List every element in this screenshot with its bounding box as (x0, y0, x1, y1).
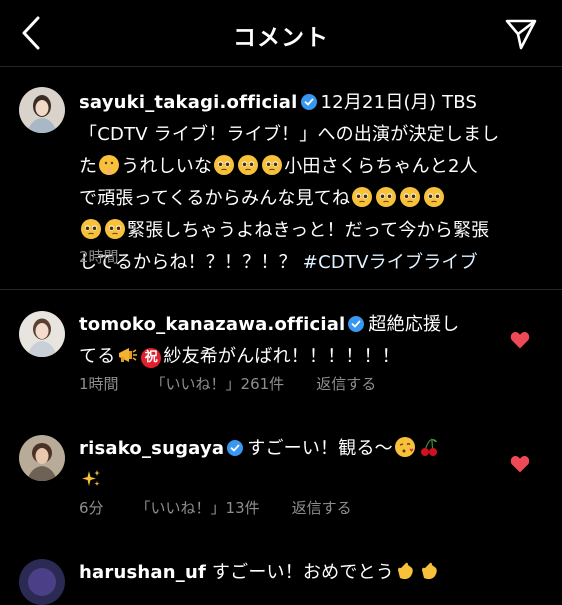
hashtag-link[interactable]: #CDTVライブライブ (303, 252, 478, 273)
timestamp: 1時間 (79, 375, 119, 393)
like-button[interactable] (510, 455, 530, 473)
caption-text: 12月21日(月) TBS (320, 92, 478, 113)
reply-button[interactable]: 返信する (316, 375, 376, 393)
caption-text: 緊張しちゃうよねきっと！だって今から緊張 (127, 220, 490, 241)
caption-text: うれしいな (121, 156, 213, 177)
caption-text: で頑張ってくるからみんな見てね (79, 188, 351, 209)
congratulations-badge: 祝 (141, 348, 162, 368)
comment-text: 紗友希がんばれ！！！！！！ (163, 346, 401, 367)
avatar-image (19, 311, 65, 357)
pleading-face-icon (105, 219, 125, 239)
shushing-face-icon (99, 155, 120, 175)
verified-badge-icon (300, 94, 317, 110)
pleading-face-icon (352, 187, 373, 207)
heart-icon (510, 331, 530, 349)
pleading-face-icon (214, 155, 235, 175)
paper-plane-icon (505, 19, 537, 50)
comment-text: てる (79, 346, 116, 367)
comment-text: 超絶応援し (368, 314, 460, 335)
verified-badge-icon (227, 440, 244, 456)
header-bar: コメント (0, 0, 562, 66)
comment-meta: 1時間 「いいね！」261件 返信する (79, 373, 408, 394)
username[interactable]: tomoko_kanazawa.official (79, 314, 345, 335)
clapping-hands-icon (397, 562, 413, 580)
comment-meta: 6分 「いいね！」13件 返信する (79, 497, 384, 518)
face-blowing-kiss-icon (394, 437, 415, 457)
timestamp: 6分 (79, 499, 104, 517)
comment-text: すごーい！おめでとう (211, 562, 394, 583)
avatar-image (19, 87, 65, 133)
avatar[interactable] (19, 311, 65, 357)
pleading-face-icon (376, 187, 397, 207)
username[interactable]: harushan_uf (79, 562, 206, 583)
pleading-face-icon (81, 219, 101, 239)
comment: harushan_uf すごーい！おめでとう (79, 557, 549, 589)
username[interactable]: risako_sugaya (79, 438, 224, 459)
post-meta: 2時間 (79, 246, 151, 267)
sparkles-icon (82, 470, 100, 486)
like-button[interactable] (510, 331, 530, 349)
avatar[interactable] (19, 559, 65, 605)
reply-button[interactable]: 返信する (292, 499, 352, 517)
caption-divider (0, 289, 562, 290)
clapping-hands-icon (421, 562, 437, 580)
likes-count-link[interactable]: 「いいね！」13件 (136, 499, 260, 517)
pleading-face-icon (262, 155, 283, 175)
share-button[interactable] (502, 15, 540, 53)
pleading-face-icon (400, 187, 421, 207)
pleading-face-icon (238, 155, 259, 175)
avatar-image (19, 559, 65, 605)
megaphone-icon (119, 348, 138, 362)
comment-text: すごーい！観る〜 (247, 438, 393, 459)
avatar[interactable] (19, 435, 65, 481)
verified-badge-icon (348, 316, 365, 332)
page-title: コメント (233, 25, 329, 51)
username[interactable]: sayuki_takagi.official (79, 92, 298, 113)
heart-icon (510, 455, 530, 473)
comment: risako_sugaya すごーい！観る〜 (79, 433, 499, 497)
caption-text: 「CDTV ライブ！ライブ！」への出演が決定しまし (79, 124, 500, 145)
cherries-icon (420, 438, 437, 456)
header-divider (0, 66, 562, 67)
pleading-face-icon (424, 187, 445, 207)
avatar-image (19, 435, 65, 481)
avatar[interactable] (19, 87, 65, 133)
caption-text: た (79, 156, 98, 177)
likes-count-link[interactable]: 「いいね！」261件 (151, 375, 285, 393)
comment: tomoko_kanazawa.official 超絶応援し てる 祝紗友希がんばれ… (79, 309, 499, 373)
timestamp: 2時間 (79, 248, 119, 266)
caption-text: 小田さくらちゃんと2人 (284, 156, 478, 177)
